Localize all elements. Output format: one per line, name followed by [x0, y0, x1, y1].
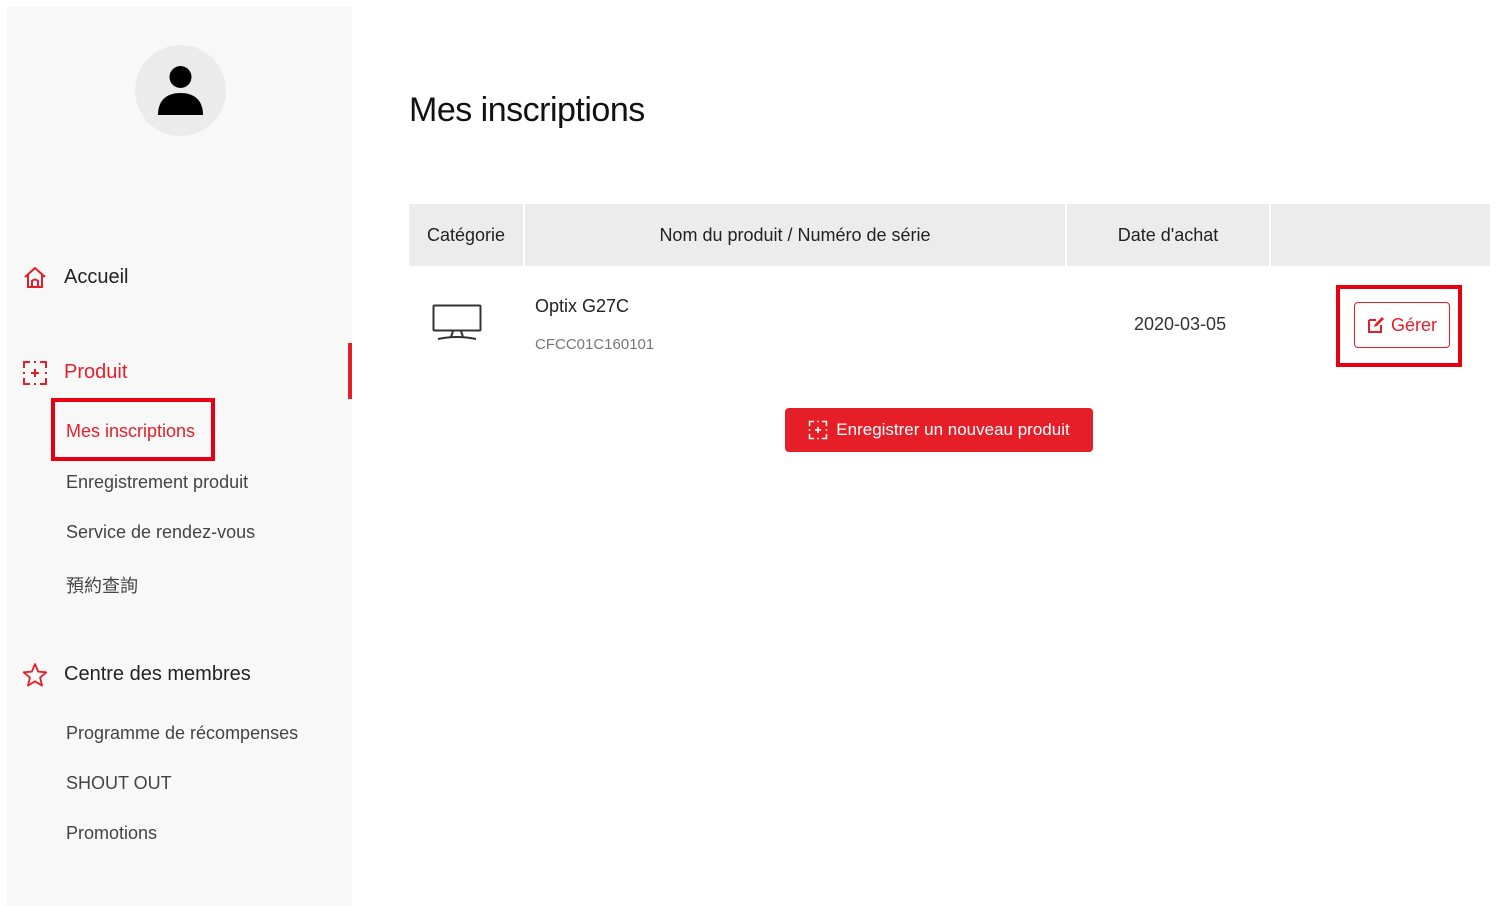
sidebar-subitem-product-registration[interactable]: Enregistrement produit	[66, 472, 248, 493]
sidebar-item-member-center[interactable]: Centre des membres	[7, 652, 352, 696]
page: Accueil Produit Mes inscriptions Enregis…	[0, 0, 1504, 906]
sidebar-subitem-appointment-service[interactable]: Service de rendez-vous	[66, 522, 255, 543]
highlight-box	[51, 398, 215, 461]
sidebar: Accueil Produit Mes inscriptions Enregis…	[7, 7, 352, 906]
avatar[interactable]	[135, 45, 226, 136]
column-header-category: Catégorie	[426, 224, 506, 245]
sidebar-item-label: Accueil	[64, 265, 129, 288]
column-header-action	[1271, 204, 1490, 266]
product-frame-icon	[809, 420, 828, 440]
sidebar-item-product[interactable]: Produit	[7, 343, 352, 399]
sidebar-item-label: Produit	[64, 360, 128, 383]
sidebar-subitem-rewards[interactable]: Programme de récompenses	[66, 723, 298, 744]
sidebar-item-label: Centre des membres	[64, 662, 251, 685]
registrations-table: Catégorie Nom du produit / Numéro de sér…	[409, 204, 1490, 386]
star-icon	[22, 663, 48, 687]
sidebar-subitem-shout-out[interactable]: SHOUT OUT	[66, 773, 172, 794]
register-new-product-button[interactable]: Enregistrer un nouveau produit	[785, 408, 1093, 452]
edit-icon	[1367, 317, 1384, 333]
table-row: Optix G27C CFCC01C160101 2020-03-05	[409, 266, 1490, 386]
product-name: Optix G27C	[535, 296, 630, 316]
home-icon	[24, 267, 46, 288]
table-header: Catégorie Nom du produit / Numéro de sér…	[409, 204, 1490, 266]
monitor-icon	[432, 304, 482, 340]
user-icon	[158, 66, 203, 115]
sidebar-subitem-appointment-query[interactable]: 預約查詢	[66, 572, 138, 598]
manage-button[interactable]: Gérer	[1354, 302, 1450, 348]
register-button-label: Enregistrer un nouveau produit	[836, 420, 1070, 439]
column-header-date: Date d'achat	[1117, 224, 1219, 245]
manage-button-label: Gérer	[1390, 314, 1437, 335]
column-header-product: Nom du produit / Numéro de série	[659, 224, 931, 245]
sidebar-subitem-promotions[interactable]: Promotions	[66, 823, 157, 844]
product-serial: CFCC01C160101	[535, 336, 655, 353]
purchase-date: 2020-03-05	[1134, 314, 1227, 334]
product-frame-icon	[23, 361, 47, 385]
sidebar-item-home[interactable]: Accueil	[7, 255, 352, 299]
active-indicator	[348, 343, 352, 399]
page-title: Mes inscriptions	[409, 91, 645, 129]
